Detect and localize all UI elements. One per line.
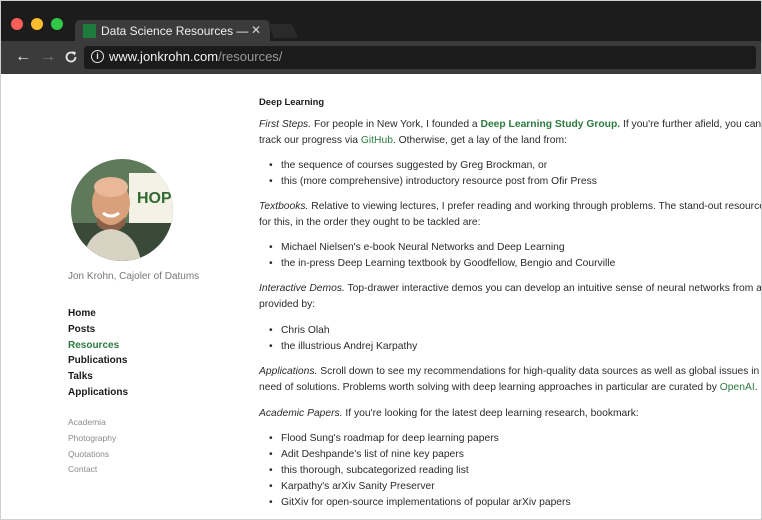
list-item: Flood Sung's roadmap for deep learning p… [269, 433, 499, 444]
applications-line-1: Applications. Scroll down to see my reco… [259, 366, 760, 377]
applications-line-2: need of solutions. Problems worth solvin… [259, 382, 758, 393]
section-heading: Deep Learning [259, 96, 325, 107]
demos-line-2: provided by: [259, 299, 316, 310]
reading-list-link[interactable]: this [281, 465, 297, 476]
browser-tab[interactable]: Data Science Resources — Jon ✕ [75, 20, 270, 43]
list-item: this (more comprehensive) introductory r… [269, 176, 597, 187]
list-item: Chris Olah [269, 325, 330, 336]
info-icon[interactable]: i [91, 50, 104, 63]
list-item: Michael Nielsen's e-book Neural Networks… [269, 242, 565, 253]
url-text[interactable]: www.jonkrohn.com/resources/ [109, 49, 282, 64]
nav-posts[interactable]: Posts [68, 322, 128, 338]
nav-publications[interactable]: Publications [68, 353, 128, 369]
ofir-press-post-link[interactable]: this [281, 176, 297, 187]
back-arrow-icon[interactable]: ← [15, 48, 31, 66]
main-navigation: Home Posts Resources Publications Talks … [68, 306, 128, 401]
nav-quotations[interactable]: Quotations [68, 447, 116, 463]
forward-arrow-icon[interactable]: → [40, 48, 56, 66]
list-item: GitXiv for open-source implementations o… [269, 497, 571, 508]
first-steps-line-1: First Steps. For people in New York, I f… [259, 119, 762, 130]
author-caption: Jon Krohn, Cajoler of Datums [68, 271, 200, 282]
favicon-icon [83, 24, 96, 38]
list-item: the in-press Deep Learning textbook by G… [269, 258, 615, 269]
nav-resources[interactable]: Resources [68, 338, 128, 354]
nielsen-ebook-link[interactable]: Neural Networks and Deep Learning [398, 242, 565, 253]
chris-olah-link[interactable]: Chris Olah [281, 325, 330, 336]
textbooks-line-2: for this, in the order they ought to be … [259, 217, 481, 228]
papers-line-1: Academic Papers. If you're looking for t… [259, 408, 639, 419]
avatar-sign-text: HOP [137, 190, 172, 207]
andrej-karpathy-link[interactable]: Andrej Karpathy [343, 341, 417, 352]
list-item: Karpathy's arXiv Sanity Preserver [269, 481, 435, 492]
nav-contact[interactable]: Contact [68, 462, 116, 478]
tab-bar: Data Science Resources — Jon ✕ [1, 1, 761, 43]
address-bar[interactable]: i www.jonkrohn.com/resources/ [84, 46, 756, 69]
arxiv-sanity-link[interactable]: arXiv Sanity Preserver [332, 481, 434, 492]
demos-line-1: Interactive Demos. Top-drawer interactiv… [259, 283, 762, 294]
textbooks-line-1: Textbooks. Relative to viewing lectures,… [259, 201, 762, 212]
reload-icon[interactable] [64, 48, 78, 69]
nav-applications[interactable]: Applications [68, 385, 128, 401]
sequence-of-courses-link[interactable]: sequence of courses [298, 160, 393, 171]
browser-toolbar: ← → i www.jonkrohn.com/resources/ [1, 41, 761, 74]
tab-title: Data Science Resources — Jon [101, 24, 249, 38]
study-group-link[interactable]: Deep Learning Study Group. [481, 119, 621, 130]
secondary-navigation: Academia Photography Quotations Contact [68, 415, 116, 478]
maximize-window-button[interactable] [51, 18, 63, 30]
avatar: HOP [71, 159, 173, 261]
list-item: Adit Deshpande's list of nine key papers [269, 449, 464, 460]
close-window-button[interactable] [11, 18, 23, 30]
first-steps-line-2: track our progress via GitHub. Otherwise… [259, 135, 567, 146]
nine-key-papers-link[interactable]: nine key papers [391, 449, 464, 460]
list-item: the illustrious Andrej Karpathy [269, 341, 417, 352]
minimize-window-button[interactable] [31, 18, 43, 30]
nav-academia[interactable]: Academia [68, 415, 116, 431]
browser-window: Data Science Resources — Jon ✕ ← → i www… [0, 0, 762, 520]
github-link[interactable]: GitHub [361, 135, 393, 146]
nav-talks[interactable]: Talks [68, 369, 128, 385]
nav-home[interactable]: Home [68, 306, 128, 322]
deep-learning-textbook-link[interactable]: Deep Learning textbook [338, 258, 447, 269]
gitxiv-link[interactable]: GitXiv [281, 497, 308, 508]
new-tab-button[interactable] [268, 24, 298, 38]
web-page: HOP Jon Krohn, Cajoler of Datums Home Po… [1, 74, 761, 519]
list-item: the sequence of courses suggested by Gre… [269, 160, 547, 171]
tab-close-icon[interactable]: ✕ [251, 23, 261, 37]
nav-photography[interactable]: Photography [68, 431, 116, 447]
list-item: this thorough, subcategorized reading li… [269, 465, 469, 476]
openai-link[interactable]: OpenAI [720, 382, 755, 393]
roadmap-link[interactable]: roadmap [344, 433, 385, 444]
